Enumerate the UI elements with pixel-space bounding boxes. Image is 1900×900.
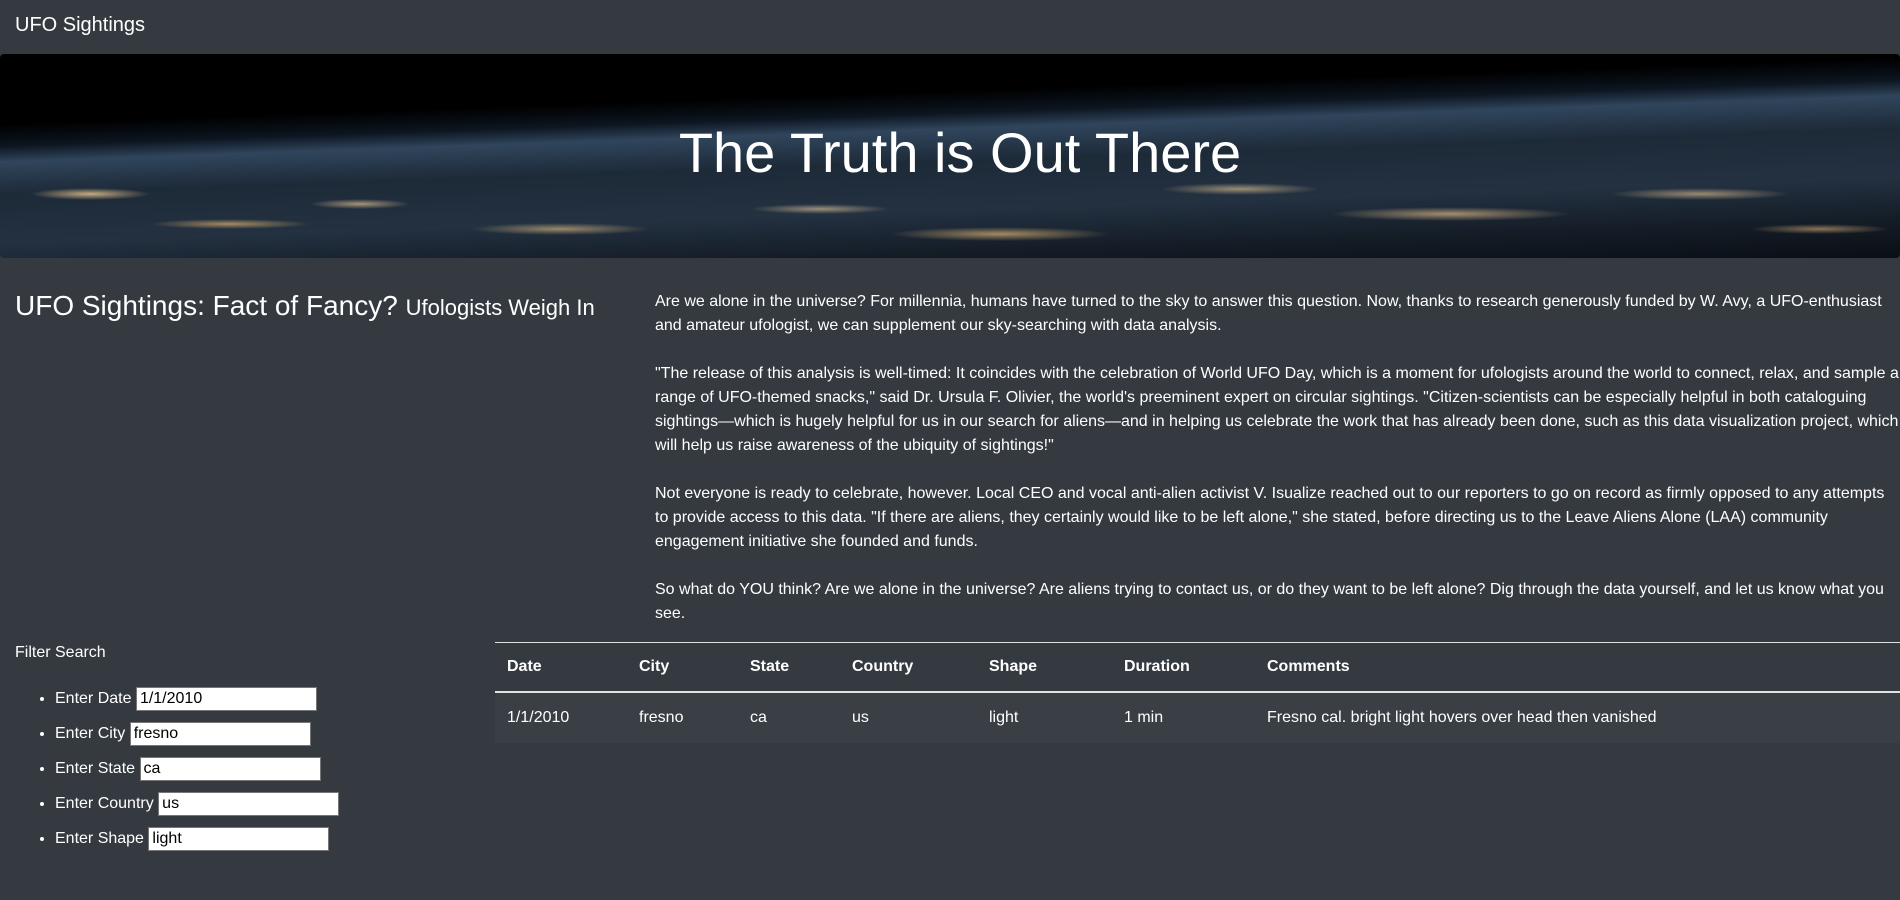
article-paragraph: Not everyone is ready to celebrate, howe… [655, 485, 1885, 550]
cell-shape: light [977, 692, 1112, 743]
country-input[interactable] [158, 791, 340, 816]
cell-state: ca [738, 692, 840, 743]
ufo-table: Date City State Country Shape Duration C… [495, 642, 1900, 743]
header-duration: Duration [1112, 642, 1255, 693]
ufo-table-container: Date City State Country Shape Duration C… [495, 642, 1900, 743]
cell-comments: Fresno cal. bright light hovers over hea… [1255, 692, 1900, 743]
header-city: City [627, 642, 738, 693]
filter-item-city: Enter City [55, 719, 339, 754]
article-body: Are we alone in the universe? For millen… [655, 290, 1900, 650]
hero-banner: The Truth is Out There [0, 54, 1900, 258]
hero-title: The Truth is Out There [678, 121, 1242, 184]
city-input[interactable] [129, 721, 311, 746]
header-shape: Shape [977, 642, 1112, 693]
filter-city-label: Enter City [55, 725, 126, 742]
page-headline: UFO Sightings: Fact of Fancy? Ufologists… [15, 290, 595, 322]
cell-city: fresno [627, 692, 738, 743]
navbar-brand-link[interactable]: UFO Sightings [15, 14, 145, 37]
date-input[interactable] [135, 686, 317, 711]
header-country: Country [840, 642, 977, 693]
filter-item-shape: Enter Shape [55, 824, 339, 859]
filter-state-label: Enter State [55, 760, 136, 777]
article-paragraph: So what do YOU think? Are we alone in th… [655, 581, 1884, 622]
filter-item-state: Enter State [55, 754, 339, 789]
cell-duration: 1 min [1112, 692, 1255, 743]
filter-item-date: Enter Date [55, 684, 339, 719]
shape-input[interactable] [148, 826, 330, 851]
headline-main: UFO Sightings: Fact of Fancy? [15, 290, 398, 321]
navbar: UFO Sightings [0, 0, 1900, 54]
table-header-row: Date City State Country Shape Duration C… [495, 642, 1900, 693]
cell-country: us [840, 692, 977, 743]
filter-list: Enter Date Enter City Enter State Enter … [15, 684, 340, 859]
header-date: Date [495, 642, 627, 693]
state-input[interactable] [139, 756, 321, 781]
filter-country-label: Enter Country [55, 795, 154, 812]
filter-date-label: Enter Date [55, 690, 132, 707]
header-state: State [738, 642, 840, 693]
headline-subtitle: Ufologists Weigh In [405, 295, 595, 320]
table-row: 1/1/2010 fresno ca us light 1 min Fresno… [495, 692, 1900, 743]
article-paragraph: "The release of this analysis is well-ti… [655, 365, 1899, 454]
article-paragraph: Are we alone in the universe? For millen… [655, 293, 1882, 334]
filter-shape-label: Enter Shape [55, 830, 144, 847]
header-comments: Comments [1255, 642, 1900, 693]
filter-search-label: Filter Search [15, 644, 106, 661]
filter-item-country: Enter Country [55, 789, 340, 824]
cell-date: 1/1/2010 [495, 692, 627, 743]
